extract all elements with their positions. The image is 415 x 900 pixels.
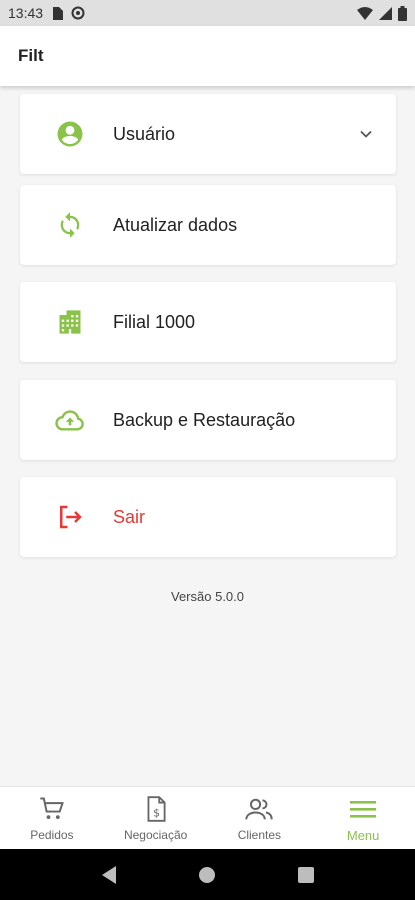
app-bar: Filt xyxy=(0,26,415,86)
system-nav-bar xyxy=(0,849,415,900)
menu-item-label: Backup e Restauração xyxy=(113,409,296,430)
nav-label: Negociação xyxy=(123,828,188,842)
home-icon[interactable] xyxy=(192,860,222,890)
cloud-upload-icon xyxy=(54,404,86,436)
data-saver-icon xyxy=(71,6,85,20)
sim-card-icon xyxy=(51,6,64,20)
menu-content: Usuário Atualizar dados Filial 1000 Back… xyxy=(0,86,415,786)
menu-item-atualizar-dados[interactable]: Atualizar dados xyxy=(20,185,396,265)
account-circle-icon xyxy=(54,118,86,150)
chevron-down-icon[interactable] xyxy=(358,126,374,142)
nav-item-negociacao[interactable]: $ Negociação xyxy=(104,787,208,849)
menu-item-filial[interactable]: Filial 1000 xyxy=(20,282,396,362)
recents-icon[interactable] xyxy=(291,860,321,890)
menu-item-backup[interactable]: Backup e Restauração xyxy=(20,380,396,460)
menu-item-label: Sair xyxy=(113,506,146,527)
hamburger-icon xyxy=(348,794,378,824)
building-icon xyxy=(54,306,86,338)
people-icon xyxy=(244,794,274,824)
app-version: Versão 5.0.0 xyxy=(171,589,244,604)
signal-icon xyxy=(379,6,392,20)
menu-item-usuario[interactable]: Usuário xyxy=(20,94,396,174)
sync-icon xyxy=(54,209,86,241)
menu-item-label: Filial 1000 xyxy=(113,311,196,332)
logout-icon xyxy=(54,501,86,533)
nav-label: Clientes xyxy=(237,828,282,842)
back-icon[interactable] xyxy=(94,860,124,890)
nav-item-menu[interactable]: Menu xyxy=(311,787,415,849)
app-title: Filt xyxy=(18,46,44,65)
menu-item-label: Usuário xyxy=(113,123,176,144)
invoice-dollar-icon: $ xyxy=(141,794,171,824)
status-time: 13:43 xyxy=(8,5,44,21)
status-bar: 13:43 xyxy=(0,0,415,26)
nav-item-pedidos[interactable]: Pedidos xyxy=(0,787,104,849)
battery-icon xyxy=(398,5,407,21)
nav-item-clientes[interactable]: Clientes xyxy=(208,787,312,849)
nav-label: Menu xyxy=(346,827,380,843)
menu-item-sair[interactable]: Sair xyxy=(20,477,396,557)
cart-icon xyxy=(37,794,67,824)
wifi-icon xyxy=(357,6,373,20)
menu-item-label: Atualizar dados xyxy=(113,214,238,235)
nav-label: Pedidos xyxy=(30,828,74,842)
svg-text:$: $ xyxy=(153,807,160,820)
bottom-nav: Pedidos $ Negociação Clientes Menu xyxy=(0,786,415,849)
